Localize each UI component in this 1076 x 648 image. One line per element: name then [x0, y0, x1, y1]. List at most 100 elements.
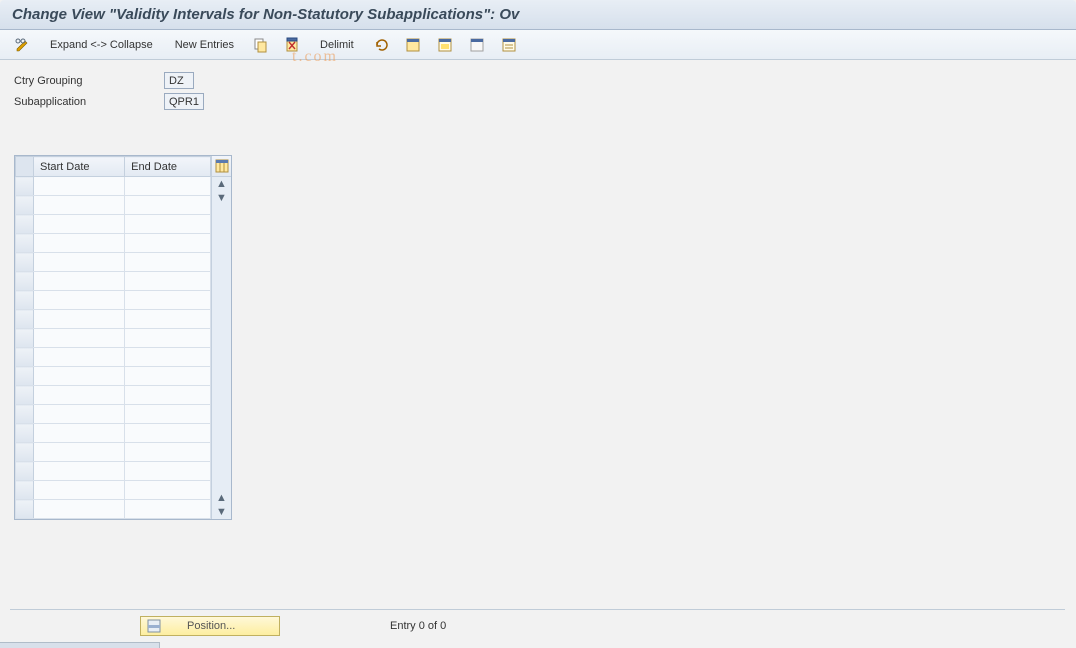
row-selector[interactable] — [16, 443, 34, 462]
row-selector[interactable] — [16, 310, 34, 329]
table-row[interactable] — [16, 215, 211, 234]
table-row[interactable] — [16, 329, 211, 348]
cell-start-date[interactable] — [34, 253, 125, 272]
cell-start-date[interactable] — [34, 500, 125, 519]
cell-start-date[interactable] — [34, 386, 125, 405]
col-start-date[interactable]: Start Date — [34, 157, 125, 177]
copy-as-button[interactable] — [246, 35, 276, 55]
select-block-icon — [437, 37, 453, 53]
footer-bar: Position... Entry 0 of 0 — [10, 609, 1065, 636]
cell-start-date[interactable] — [34, 424, 125, 443]
expand-collapse-button[interactable]: Expand <-> Collapse — [40, 37, 163, 53]
cell-start-date[interactable] — [34, 405, 125, 424]
scroll-down-button[interactable]: ▼ — [214, 505, 230, 519]
table-row[interactable] — [16, 177, 211, 196]
row-selector[interactable] — [16, 177, 34, 196]
cell-end-date[interactable] — [125, 272, 211, 291]
cell-start-date[interactable] — [34, 177, 125, 196]
select-block-button[interactable] — [430, 35, 460, 55]
row-selector[interactable] — [16, 367, 34, 386]
row-selector[interactable] — [16, 253, 34, 272]
validity-table[interactable]: Start Date End Date — [15, 156, 211, 519]
table-row[interactable] — [16, 272, 211, 291]
table-row[interactable] — [16, 386, 211, 405]
row-selector[interactable] — [16, 481, 34, 500]
cell-end-date[interactable] — [125, 443, 211, 462]
table-row[interactable] — [16, 405, 211, 424]
table-row[interactable] — [16, 481, 211, 500]
table-row[interactable] — [16, 424, 211, 443]
table-row[interactable] — [16, 291, 211, 310]
row-selector[interactable] — [16, 462, 34, 481]
row-selector[interactable] — [16, 348, 34, 367]
cell-end-date[interactable] — [125, 386, 211, 405]
cell-start-date[interactable] — [34, 196, 125, 215]
cell-start-date[interactable] — [34, 215, 125, 234]
select-all-icon — [405, 37, 421, 53]
cell-start-date[interactable] — [34, 462, 125, 481]
cell-start-date[interactable] — [34, 348, 125, 367]
cell-start-date[interactable] — [34, 291, 125, 310]
row-selector[interactable] — [16, 500, 34, 519]
cell-start-date[interactable] — [34, 481, 125, 500]
cell-end-date[interactable] — [125, 196, 211, 215]
cell-end-date[interactable] — [125, 291, 211, 310]
new-entries-button[interactable]: New Entries — [165, 37, 244, 53]
toggle-display-change-button[interactable] — [8, 35, 38, 55]
row-selector[interactable] — [16, 386, 34, 405]
cell-start-date[interactable] — [34, 367, 125, 386]
row-selector[interactable] — [16, 291, 34, 310]
row-selector[interactable] — [16, 272, 34, 291]
cell-end-date[interactable] — [125, 462, 211, 481]
cell-start-date[interactable] — [34, 443, 125, 462]
row-selector[interactable] — [16, 234, 34, 253]
cell-start-date[interactable] — [34, 310, 125, 329]
select-all-button[interactable] — [398, 35, 428, 55]
delete-button[interactable] — [278, 35, 308, 55]
cell-end-date[interactable] — [125, 500, 211, 519]
cell-end-date[interactable] — [125, 405, 211, 424]
print-button[interactable] — [494, 35, 524, 55]
table-row[interactable] — [16, 462, 211, 481]
copy-icon — [253, 37, 269, 53]
print-table-icon — [501, 37, 517, 53]
configure-columns-button[interactable] — [212, 156, 231, 177]
table-row[interactable] — [16, 234, 211, 253]
scroll-down-small-button[interactable]: ▼ — [214, 191, 230, 205]
table-row[interactable] — [16, 367, 211, 386]
cell-end-date[interactable] — [125, 253, 211, 272]
table-row[interactable] — [16, 310, 211, 329]
table-row[interactable] — [16, 443, 211, 462]
cell-end-date[interactable] — [125, 310, 211, 329]
cell-end-date[interactable] — [125, 481, 211, 500]
cell-end-date[interactable] — [125, 367, 211, 386]
row-selector-header[interactable] — [16, 157, 34, 177]
cell-start-date[interactable] — [34, 234, 125, 253]
cell-end-date[interactable] — [125, 348, 211, 367]
table-row[interactable] — [16, 253, 211, 272]
row-selector[interactable] — [16, 329, 34, 348]
row-selector[interactable] — [16, 424, 34, 443]
position-button[interactable]: Position... — [140, 616, 280, 636]
ctry-grouping-row: Ctry Grouping DZ — [14, 72, 1062, 89]
row-selector[interactable] — [16, 215, 34, 234]
scroll-up-small-button[interactable]: ▲ — [214, 491, 230, 505]
row-selector[interactable] — [16, 196, 34, 215]
table-row[interactable] — [16, 348, 211, 367]
table-row[interactable] — [16, 500, 211, 519]
cell-end-date[interactable] — [125, 234, 211, 253]
cell-end-date[interactable] — [125, 215, 211, 234]
table-row[interactable] — [16, 196, 211, 215]
col-end-date[interactable]: End Date — [125, 157, 211, 177]
row-selector[interactable] — [16, 405, 34, 424]
cell-end-date[interactable] — [125, 424, 211, 443]
undo-button[interactable] — [366, 35, 396, 55]
cell-end-date[interactable] — [125, 177, 211, 196]
cell-start-date[interactable] — [34, 329, 125, 348]
cell-end-date[interactable] — [125, 329, 211, 348]
deselect-all-button[interactable] — [462, 35, 492, 55]
vertical-scrollbar[interactable]: ▲ ▼ ▲ ▼ — [211, 156, 231, 519]
delimit-button[interactable]: Delimit — [310, 37, 364, 53]
scroll-up-button[interactable]: ▲ — [214, 177, 230, 191]
cell-start-date[interactable] — [34, 272, 125, 291]
